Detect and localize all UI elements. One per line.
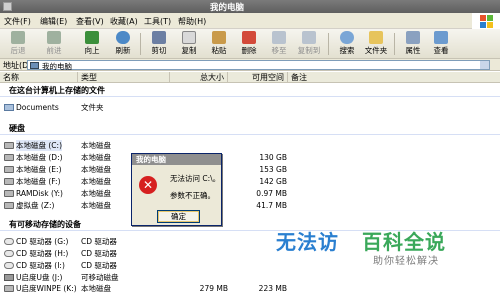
list-item[interactable]: RAMDisk (Y:) 本地磁盘 0.97 MB (0, 188, 500, 199)
dialog-title[interactable]: 我的电脑 (132, 154, 221, 165)
up-button[interactable]: 向上 (76, 30, 108, 58)
back-arrow-icon (11, 31, 25, 44)
copy-to-button[interactable]: 复制到 (293, 30, 325, 58)
list-item[interactable]: 本地磁盘 (E:) 本地磁盘 153 GB (0, 164, 500, 175)
dialog-message-access: 无法访问 C:\。 (170, 174, 221, 183)
column-total-size[interactable]: 总大小 (170, 72, 228, 83)
list-item[interactable]: 本地磁盘 (D:) 本地磁盘 130 GB (0, 152, 500, 163)
copy-icon (182, 31, 196, 44)
watermark-subtitle: 助你轻松解决 (373, 256, 439, 267)
menu-tools[interactable]: 工具(T) (144, 16, 171, 27)
menu-edit[interactable]: 编辑(E) (40, 16, 67, 27)
menu-file[interactable]: 文件(F) (4, 16, 31, 27)
search-magnifier-icon (340, 31, 354, 44)
cd-drive-icon (4, 262, 14, 269)
cd-drive-icon (4, 250, 14, 257)
column-note[interactable]: 备注 (288, 72, 500, 83)
scissors-icon (152, 31, 166, 44)
search-button[interactable]: 搜索 (331, 30, 363, 58)
column-header-row: 名称 类型 总大小 可用空间 备注 (0, 72, 500, 83)
hard-disk-icon (4, 166, 14, 173)
error-x-icon: ✕ (139, 176, 157, 194)
address-input[interactable]: 我的电脑 (27, 60, 490, 71)
usb-drive-icon (4, 274, 14, 281)
error-dialog: 我的电脑 ✕ 无法访问 C:\。 参数不正确。 确定 (131, 153, 222, 226)
move-to-icon (272, 31, 286, 44)
copy-to-icon (302, 31, 316, 44)
forward-arrow-icon (47, 31, 61, 44)
toolbar-separator (140, 33, 141, 55)
column-free-space[interactable]: 可用空间 (228, 72, 288, 83)
toolbar-separator (394, 33, 395, 55)
group-header-hdd: 硬盘 (9, 124, 25, 133)
cut-button[interactable]: 剪切 (143, 30, 175, 58)
group-divider (0, 96, 500, 97)
refresh-icon (116, 31, 130, 44)
menu-view[interactable]: 查看(V) (76, 16, 104, 27)
hard-disk-icon (4, 142, 14, 149)
address-bar: 地址(D) 我的电脑 (0, 59, 500, 71)
group-divider (0, 134, 500, 135)
group-header-removable: 有可移动存储的设备 (9, 220, 81, 229)
list-item[interactable]: U启度WINPE (K:) 本地磁盘 279 MB 223 MB (0, 283, 500, 294)
hard-disk-icon (4, 190, 14, 197)
properties-icon (406, 31, 420, 44)
list-item[interactable]: 虚拟盘 (Z:) 本地磁盘 41.7 MB (0, 200, 500, 211)
list-item[interactable]: Documents 文件夹 (0, 102, 500, 113)
hard-disk-icon (4, 154, 14, 161)
views-grid-icon (434, 31, 448, 44)
list-item[interactable]: 本地磁盘 (C:) 本地磁盘 (0, 140, 500, 151)
list-item[interactable]: U启度U盘 (J:) 可移动磁盘 (0, 272, 500, 283)
delete-x-icon (242, 31, 256, 44)
cd-drive-icon (4, 238, 14, 245)
folder-icon (4, 104, 14, 111)
hard-disk-icon (4, 202, 14, 209)
computer-icon (3, 2, 12, 11)
delete-button[interactable]: 删除 (233, 30, 265, 58)
column-name[interactable]: 名称 (0, 72, 78, 83)
column-type[interactable]: 类型 (78, 72, 170, 83)
ok-button[interactable]: 确定 (157, 210, 200, 223)
hard-disk-icon (4, 285, 14, 292)
windows-logo-icon (472, 13, 500, 29)
menu-help[interactable]: 帮助(H) (178, 16, 206, 27)
address-value: 我的电脑 (42, 62, 72, 71)
menu-bar: 文件(F) 编辑(E) 查看(V) 收藏(A) 工具(T) 帮助(H) (0, 13, 500, 29)
list-item[interactable]: 本地磁盘 (F:) 本地磁盘 142 GB (0, 176, 500, 187)
back-button[interactable]: 后退 (2, 30, 34, 58)
views-button[interactable]: 查看 (425, 30, 457, 58)
folders-button[interactable]: 文件夹 (360, 30, 392, 58)
up-arrow-icon (85, 31, 99, 44)
window-title: 我的电脑 (210, 3, 245, 13)
hard-disk-icon (4, 178, 14, 185)
folder-tree-icon (369, 31, 383, 44)
menu-favorites[interactable]: 收藏(A) (110, 16, 138, 27)
paste-button[interactable]: 粘贴 (203, 30, 235, 58)
watermark-text-2: 百科全说 (362, 230, 446, 254)
watermark-text-1: 无法访 (276, 230, 339, 254)
move-to-button[interactable]: 移至 (263, 30, 295, 58)
toolbar-separator (328, 33, 329, 55)
forward-button[interactable]: 前进 (38, 30, 70, 58)
chevron-down-icon[interactable] (480, 61, 489, 69)
group-header-files: 在这台计算机上存储的文件 (9, 86, 105, 95)
refresh-button[interactable]: 刷新 (107, 30, 139, 58)
dialog-message-param: 参数不正确。 (170, 191, 215, 200)
window-titlebar[interactable]: 我的电脑 (0, 0, 500, 13)
toolbar: 后退 前进 向上 刷新 剪切 复制 粘贴 删除 移至 复制到 搜索 文件夹 属性… (0, 29, 500, 59)
computer-icon (30, 62, 39, 69)
paste-clipboard-icon (212, 31, 226, 44)
copy-button[interactable]: 复制 (173, 30, 205, 58)
